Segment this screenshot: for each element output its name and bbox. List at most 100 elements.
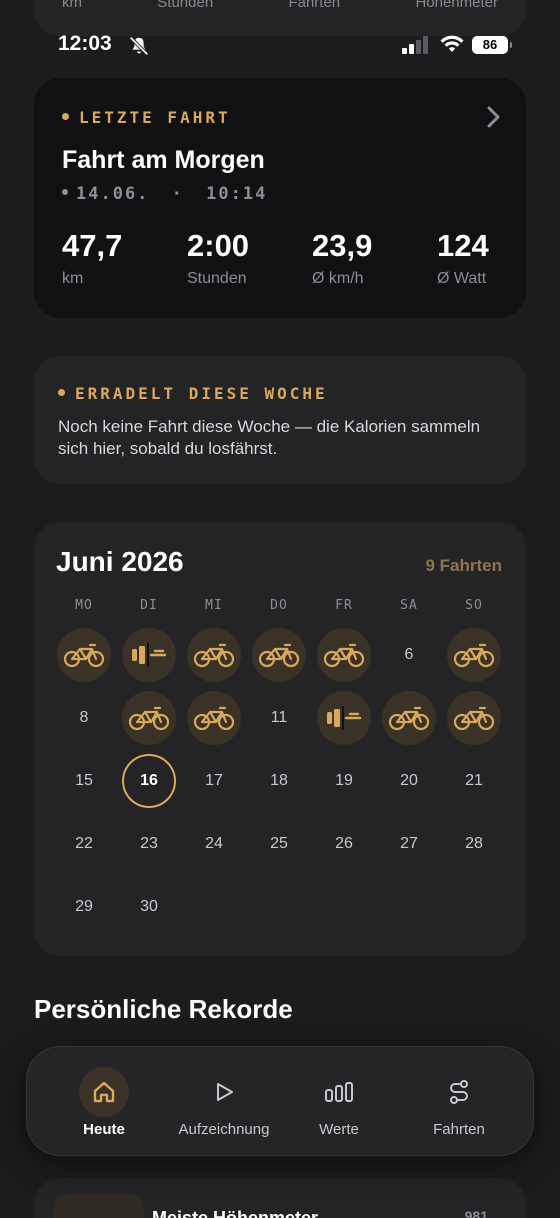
ride-stats: 47,7 km 2:00 Stunden 23,9 Ø km/h 124 Ø W… — [62, 228, 502, 298]
weekday-label: DI — [140, 598, 158, 613]
wifi-icon — [440, 35, 464, 52]
calendar-card: Juni 2026 9 Fahrten MO DI MI DO FR SA SO 6 8 11 15… — [34, 522, 526, 956]
last-ride-section-label: LETZTE FAHRT — [62, 108, 231, 127]
calendar-day[interactable]: 15 — [57, 754, 111, 808]
accent-dot — [62, 113, 69, 120]
week-label: ERRADELT DIESE WOCHE — [75, 384, 328, 403]
tab-label: Heute — [83, 1120, 125, 1138]
calendar-day[interactable]: 11 — [252, 691, 306, 745]
accent-dot — [58, 389, 65, 396]
calendar-day-ride[interactable] — [187, 691, 241, 745]
bell-slash-icon — [129, 36, 149, 56]
status-time: 12:03 — [58, 32, 112, 55]
calendar-day[interactable]: 20 — [382, 754, 436, 808]
calendar-day-indoor[interactable] — [317, 691, 371, 745]
last-ride-card[interactable]: LETZTE FAHRT Fahrt am Morgen 14.06. · 10… — [34, 78, 526, 318]
stat-value: 124 — [437, 228, 489, 263]
stat-label: Stunden — [187, 270, 247, 287]
bike-icon — [388, 706, 430, 731]
peek-label-hours: Stunden — [157, 0, 214, 11]
indoor-trainer-icon — [327, 706, 362, 730]
calendar-day[interactable]: 17 — [187, 754, 241, 808]
record-card-elevation[interactable]: Meiste Höhenmeter 981 — [34, 1178, 526, 1218]
stat-value: 2:00 — [187, 228, 250, 263]
calendar-day-indoor[interactable] — [122, 628, 176, 682]
bike-icon — [323, 643, 365, 668]
calendar-day-ride[interactable] — [252, 628, 306, 682]
calendar-day-today[interactable]: 16 — [122, 754, 176, 808]
ride-time: 10:14 — [206, 184, 268, 204]
records-heading: Persönliche Rekorde — [34, 994, 293, 1024]
cellular-signal-icon — [402, 36, 428, 54]
calendar-title: Juni 2026 — [56, 546, 184, 577]
tab-icon-bg — [314, 1067, 364, 1117]
tab-label: Aufzeichnung — [178, 1120, 270, 1138]
calendar-day[interactable]: 22 — [57, 817, 111, 871]
weekly-calories-card: ERRADELT DIESE WOCHE Noch keine Fahrt di… — [34, 356, 526, 484]
tab-heute[interactable]: Heute — [49, 1047, 159, 1157]
stat-label: km — [62, 270, 84, 287]
week-empty-text: Noch keine Fahrt diese Woche — die Kalor… — [58, 417, 481, 458]
calendar-day-ride[interactable] — [447, 628, 501, 682]
bike-icon — [128, 706, 170, 731]
ride-title: Fahrt am Morgen — [62, 146, 265, 174]
calendar-day-ride[interactable] — [187, 628, 241, 682]
stat-value: 23,9 — [312, 228, 373, 263]
calendar-day-ride[interactable] — [317, 628, 371, 682]
calendar-day[interactable]: 25 — [252, 817, 306, 871]
bike-icon — [193, 643, 235, 668]
calendar-day[interactable]: 27 — [382, 817, 436, 871]
tab-werte[interactable]: Werte — [289, 1047, 389, 1157]
bike-icon — [453, 706, 495, 731]
calendar-day[interactable]: 19 — [317, 754, 371, 808]
weekday-label: SO — [465, 598, 483, 613]
record-thumbnail — [54, 1194, 144, 1218]
home-icon — [93, 1081, 115, 1102]
calendar-day[interactable]: 29 — [57, 880, 111, 934]
calendar-day-ride[interactable] — [122, 691, 176, 745]
stat-duration: 2:00 Stunden — [187, 228, 249, 288]
calendar-day[interactable]: 8 — [57, 691, 111, 745]
bike-icon — [193, 706, 235, 731]
peek-label-rides: Fahrten — [288, 0, 341, 11]
calendar-day-ride[interactable] — [447, 691, 501, 745]
tab-bar: Heute Aufzeichnung Werte Fahrten — [26, 1046, 534, 1156]
calendar-day-ride[interactable] — [57, 628, 111, 682]
bike-icon — [63, 643, 105, 668]
tab-aufzeichnung[interactable]: Aufzeichnung — [159, 1047, 289, 1157]
last-ride-label: LETZTE FAHRT — [79, 108, 231, 127]
tab-fahrten[interactable]: Fahrten — [399, 1047, 519, 1157]
tab-icon-bg — [79, 1066, 129, 1117]
calendar-day[interactable]: 24 — [187, 817, 241, 871]
calendar-day[interactable]: 18 — [252, 754, 306, 808]
tab-icon-bg — [434, 1067, 484, 1117]
chevron-right-icon[interactable] — [486, 106, 500, 128]
stat-avg-watt: 124 Ø Watt — [437, 228, 489, 288]
weekday-label: FR — [335, 598, 353, 613]
calendar-day[interactable]: 26 — [317, 817, 371, 871]
calendar-day[interactable]: 6 — [382, 628, 436, 682]
stat-value: 47,7 — [62, 228, 123, 263]
stat-distance: 47,7 km — [62, 228, 122, 288]
calendar-day[interactable]: 23 — [122, 817, 176, 871]
status-bar: 12:03 86 — [0, 30, 560, 64]
weekday-label: DO — [270, 598, 288, 613]
calendar-day[interactable]: 28 — [447, 817, 501, 871]
record-title: Meiste Höhenmeter — [152, 1208, 319, 1218]
battery-indicator: 86 — [472, 36, 512, 54]
bar-chart-icon — [325, 1081, 353, 1102]
calendar-day-ride[interactable] — [382, 691, 436, 745]
stat-avg-speed: 23,9 Ø km/h — [312, 228, 372, 288]
calendar-day[interactable]: 30 — [122, 880, 176, 934]
indoor-trainer-icon — [132, 643, 167, 667]
play-icon — [217, 1082, 233, 1101]
meta-dot — [62, 189, 68, 195]
tab-label: Fahrten — [433, 1120, 485, 1138]
weekday-label: MI — [205, 598, 223, 613]
bike-icon — [258, 643, 300, 668]
tab-label: Werte — [319, 1120, 359, 1138]
calendar-day[interactable]: 21 — [447, 754, 501, 808]
ride-datetime: 14.06. · 10:14 — [62, 184, 267, 204]
peek-label-km: km — [62, 0, 82, 11]
calendar-ride-count: 9 Fahrten — [425, 556, 502, 575]
